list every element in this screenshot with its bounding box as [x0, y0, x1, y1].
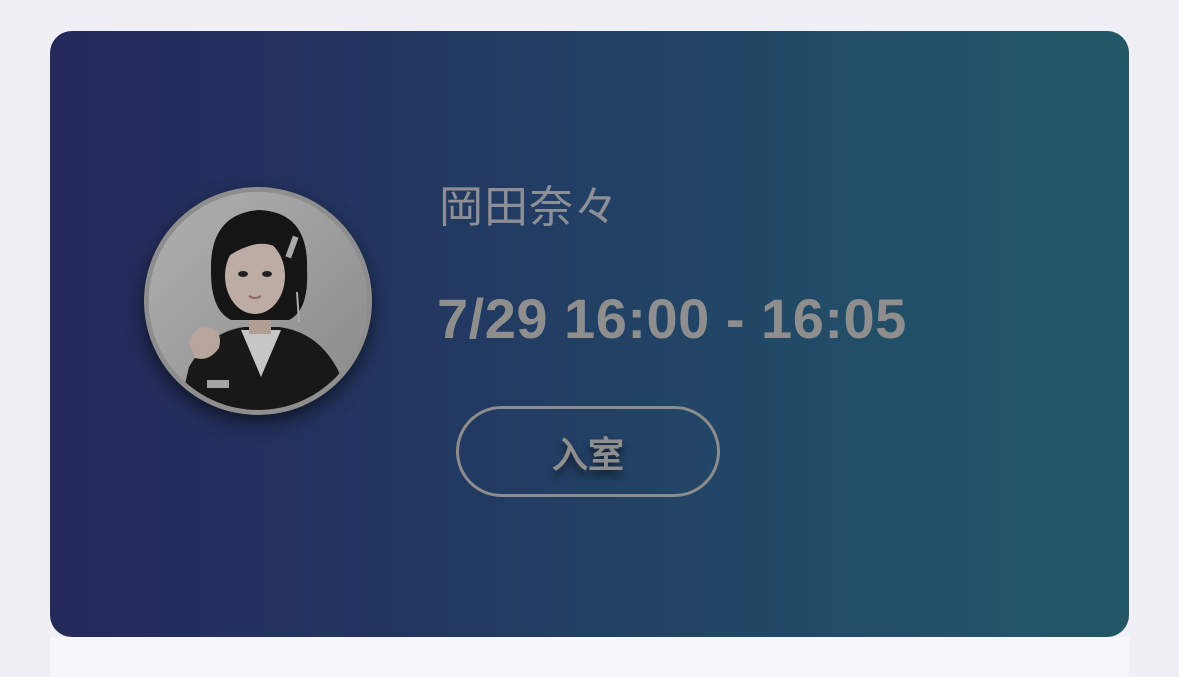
- next-card-panel: [50, 637, 1129, 677]
- avatar: [149, 192, 367, 410]
- enter-room-button[interactable]: 入室: [456, 406, 720, 497]
- member-name: 岡田奈々: [439, 182, 619, 233]
- avatar-frame: [144, 187, 372, 415]
- member-photo-icon: [149, 192, 367, 410]
- event-card: 岡田奈々 7/29 16:00 - 16:05 入室: [50, 31, 1129, 637]
- event-time-slot: 7/29 16:00 - 16:05: [437, 287, 907, 350]
